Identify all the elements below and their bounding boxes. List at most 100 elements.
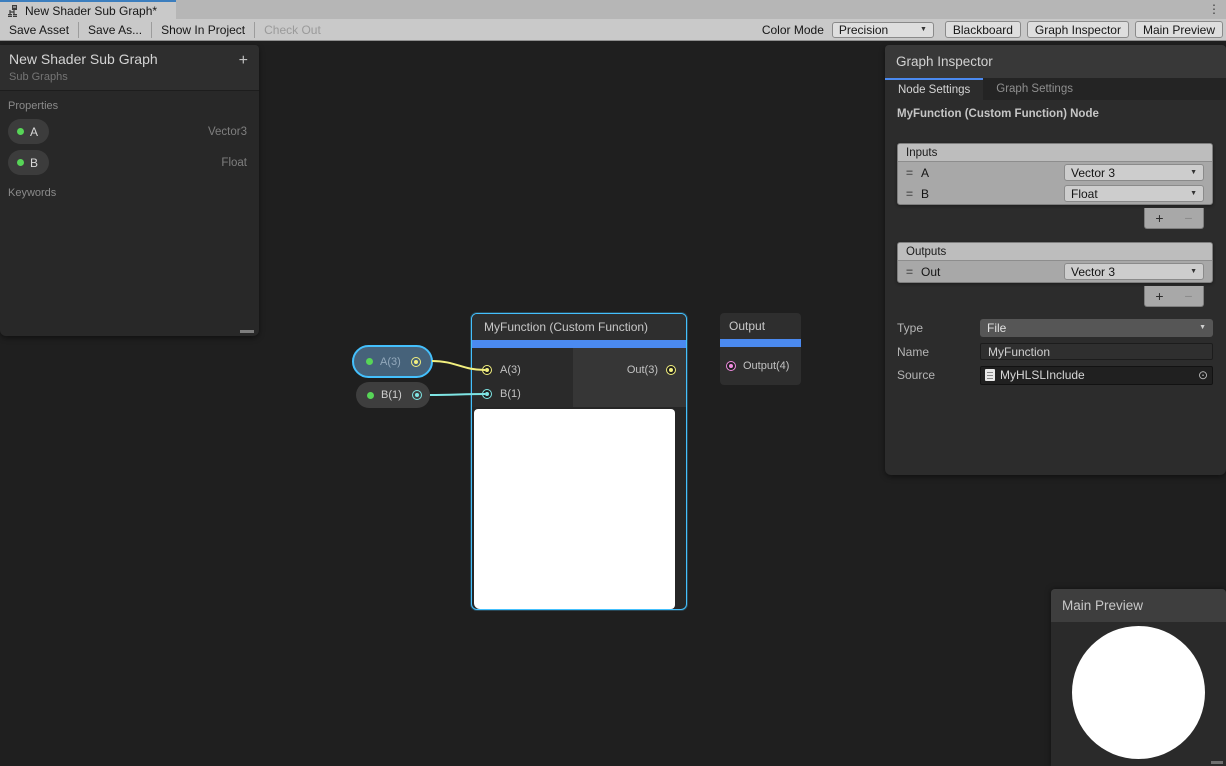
graph-inspector-panel[interactable]: Graph Inspector Node Settings Graph Sett… [885, 45, 1226, 475]
shader-graph-icon [8, 5, 20, 17]
chevron-down-icon: ▼ [1190, 268, 1197, 275]
property-b-type: Float [221, 157, 247, 169]
add-output-button[interactable]: + [1155, 288, 1163, 304]
blackboard-header: New Shader Sub Graph Sub Graphs + [0, 45, 259, 91]
color-mode-value: Precision [839, 23, 888, 37]
inputs-row-b[interactable]: = B Float ▼ [898, 183, 1212, 204]
chevron-down-icon: ▼ [1199, 324, 1206, 331]
custom-function-node-header[interactable]: MyFunction (Custom Function) [472, 314, 686, 340]
property-pill-a[interactable]: A [8, 119, 49, 144]
property-b-name: B [30, 156, 38, 170]
output-port-out-label: Out(3) [627, 364, 658, 376]
input-port-b[interactable] [482, 389, 492, 399]
save-as-button[interactable]: Save As... [79, 19, 151, 40]
text-asset-icon [985, 369, 995, 381]
custom-function-node[interactable]: MyFunction (Custom Function) A(3) B(1) O… [471, 313, 687, 610]
inputs-list-header: Inputs [898, 144, 1212, 162]
main-preview-toggle-button[interactable]: Main Preview [1135, 21, 1223, 38]
outputs-list-header: Outputs [898, 243, 1212, 261]
graph-inspector-toggle-button[interactable]: Graph Inspector [1027, 21, 1129, 38]
tab-node-settings[interactable]: Node Settings [885, 78, 983, 100]
blackboard-resize-handle[interactable] [240, 330, 254, 333]
blackboard-panel[interactable]: New Shader Sub Graph Sub Graphs + Proper… [0, 45, 259, 336]
source-field-row: Source MyHLSLInclude ⊙ [897, 365, 1213, 385]
graph-inspector-header: Graph Inspector [885, 45, 1226, 78]
color-mode-label: Color Mode [754, 23, 832, 37]
output-node[interactable]: Output Output(4) [720, 313, 801, 385]
remove-input-button[interactable]: − [1184, 210, 1192, 226]
document-tab[interactable]: New Shader Sub Graph* [0, 0, 176, 19]
main-preview-panel[interactable]: Main Preview [1051, 589, 1226, 766]
property-node-a-port[interactable] [411, 357, 421, 367]
property-node-b-label: B(1) [381, 389, 402, 401]
name-label: Name [897, 345, 980, 359]
source-label: Source [897, 368, 980, 382]
inputs-row-a[interactable]: = A Vector 3 ▼ [898, 162, 1212, 183]
color-mode-dropdown[interactable]: Precision ▼ [832, 22, 934, 38]
property-dot-icon [366, 358, 373, 365]
input-b-name: B [921, 187, 929, 201]
node-input-row-b: B(1) [472, 382, 573, 406]
outputs-list: Outputs = Out Vector 3 ▼ [897, 242, 1213, 283]
property-pill-b[interactable]: B [8, 150, 49, 175]
output-out-name: Out [921, 265, 940, 279]
remove-output-button[interactable]: − [1184, 288, 1192, 304]
type-dropdown[interactable]: File ▼ [980, 319, 1213, 337]
document-tab-title: New Shader Sub Graph* [25, 4, 157, 18]
properties-section-label: Properties [0, 91, 259, 116]
type-field-row: Type File ▼ [897, 318, 1213, 337]
tab-overflow-menu-icon[interactable]: ⋮ [1208, 1, 1220, 17]
property-node-b[interactable]: B(1) [356, 382, 430, 408]
keywords-section-label: Keywords [0, 178, 259, 203]
source-object-field[interactable]: MyHLSLInclude ⊙ [980, 366, 1213, 385]
property-row-b: B Float [0, 147, 259, 178]
save-asset-button[interactable]: Save Asset [0, 19, 78, 40]
property-node-a-label: A(3) [380, 356, 401, 368]
drag-handle-icon[interactable]: = [906, 265, 913, 279]
graph-inspector-tabs: Node Settings Graph Settings [885, 78, 1226, 100]
chevron-down-icon: ▼ [920, 26, 927, 33]
object-picker-icon[interactable]: ⊙ [1198, 368, 1208, 382]
show-in-project-button[interactable]: Show In Project [152, 19, 254, 40]
node-output-column: Out(3) [573, 348, 686, 407]
property-node-a[interactable]: A(3) [352, 345, 433, 378]
drag-handle-icon[interactable]: = [906, 187, 913, 201]
shader-graph-toolbar: Save Asset Save As... Show In Project Ch… [0, 19, 1226, 41]
tab-graph-settings[interactable]: Graph Settings [983, 78, 1086, 100]
output-node-input-port[interactable] [726, 361, 736, 371]
blackboard-subtitle: Sub Graphs [9, 71, 249, 83]
output-out-type-dropdown[interactable]: Vector 3 ▼ [1064, 263, 1204, 280]
input-port-b-label: B(1) [500, 388, 521, 400]
blackboard-toggle-button[interactable]: Blackboard [945, 21, 1021, 38]
input-b-type-dropdown[interactable]: Float ▼ [1064, 185, 1204, 202]
chevron-down-icon: ▼ [1190, 169, 1197, 176]
main-preview-resize-handle[interactable] [1211, 761, 1223, 764]
output-port-out[interactable] [666, 365, 676, 375]
add-property-button[interactable]: + [239, 53, 248, 69]
input-b-type-value: Float [1071, 187, 1098, 201]
main-preview-header: Main Preview [1051, 589, 1226, 622]
node-precision-bar [472, 340, 686, 348]
input-port-a[interactable] [482, 365, 492, 375]
add-input-button[interactable]: + [1155, 210, 1163, 226]
property-dot-icon [17, 128, 24, 135]
input-a-name: A [921, 166, 929, 180]
function-name-input[interactable]: MyFunction [980, 343, 1213, 360]
property-a-name: A [30, 125, 38, 139]
property-node-b-port[interactable] [412, 390, 422, 400]
output-node-input-row: Output(4) [720, 347, 801, 384]
blackboard-title: New Shader Sub Graph [9, 51, 249, 67]
output-node-header[interactable]: Output [720, 313, 801, 339]
function-name-value: MyFunction [988, 345, 1050, 359]
node-preview [474, 409, 675, 609]
output-node-title: Output [729, 319, 765, 333]
drag-handle-icon[interactable]: = [906, 166, 913, 180]
preview-sphere [1072, 626, 1205, 759]
node-input-row-a: A(3) [472, 358, 573, 382]
type-label: Type [897, 321, 980, 335]
output-node-input-label: Output(4) [743, 360, 789, 372]
outputs-row-out[interactable]: = Out Vector 3 ▼ [898, 261, 1212, 282]
node-input-column: A(3) B(1) [472, 348, 573, 407]
outputs-add-remove-tray: + − [1144, 286, 1204, 307]
input-a-type-dropdown[interactable]: Vector 3 ▼ [1064, 164, 1204, 181]
